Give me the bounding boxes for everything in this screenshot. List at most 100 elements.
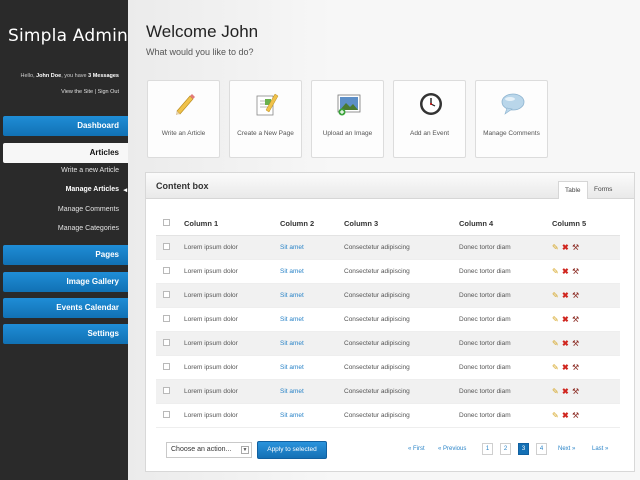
shortcut-add-event[interactable]: Add an Event	[393, 80, 466, 158]
messages-link[interactable]: 3 Messages	[88, 73, 119, 79]
row-checkbox[interactable]	[163, 338, 170, 346]
hammer-icon[interactable]: ⚒	[572, 315, 582, 324]
pencil-icon[interactable]: ✎	[552, 363, 562, 372]
row-checkbox[interactable]	[163, 290, 170, 298]
column-header[interactable]: Column 3	[344, 213, 459, 236]
page-subtitle: What would you like to do?	[146, 47, 254, 57]
row-actions: ✎ ✖ ⚒	[552, 403, 620, 428]
delete-icon[interactable]: ✖	[562, 243, 572, 252]
clock-icon	[420, 93, 442, 115]
nav-image-gallery[interactable]: Image Gallery	[3, 272, 128, 292]
select-all-checkbox[interactable]	[163, 219, 170, 227]
table-row: Lorem ipsum dolor Sit amet Consectetur adi…	[156, 331, 620, 356]
hammer-icon[interactable]: ⚒	[572, 387, 582, 396]
column-header[interactable]: Column 1	[184, 213, 280, 236]
pencil-icon[interactable]: ✎	[552, 267, 562, 276]
delete-icon[interactable]: ✖	[562, 363, 572, 372]
table-row: Lorem ipsum dolor Sit amet Consectetur adi…	[156, 283, 620, 308]
table-cell[interactable]: Sit amet	[280, 379, 344, 404]
table-cell: Lorem ipsum dolor	[184, 259, 280, 284]
hammer-icon[interactable]: ⚒	[572, 339, 582, 348]
row-checkbox[interactable]	[163, 362, 170, 370]
shortcut-label: Write an Article	[161, 130, 206, 137]
table-cell[interactable]: Sit amet	[280, 259, 344, 284]
table-cell: Consectetur adipiscing	[344, 307, 459, 332]
row-actions: ✎ ✖ ⚒	[552, 379, 620, 404]
hammer-icon[interactable]: ⚒	[572, 291, 582, 300]
table-cell[interactable]: Sit amet	[280, 403, 344, 428]
apply-to-selected-button[interactable]: Apply to selected	[257, 441, 327, 459]
pencil-icon[interactable]: ✎	[552, 387, 562, 396]
tab-forms[interactable]: Forms	[588, 181, 618, 199]
pagination-next[interactable]: Next »	[558, 446, 575, 452]
bulk-action-select[interactable]: Choose an action... ▼	[166, 442, 252, 458]
row-actions: ✎ ✖ ⚒	[552, 283, 620, 308]
subnav-manage-comments[interactable]: Manage Comments	[58, 206, 119, 213]
pagination-page[interactable]: 2	[500, 443, 511, 455]
delete-icon[interactable]: ✖	[562, 339, 572, 348]
shortcut-upload-image[interactable]: Upload an Image	[311, 80, 384, 158]
row-checkbox[interactable]	[163, 242, 170, 250]
nav-articles[interactable]: Articles	[3, 143, 128, 163]
table-cell: Consectetur adipiscing	[344, 403, 459, 428]
view-site-link[interactable]: View the Site	[61, 89, 93, 95]
hammer-icon[interactable]: ⚒	[572, 267, 582, 276]
row-checkbox[interactable]	[163, 386, 170, 394]
table-cell[interactable]: Sit amet	[280, 331, 344, 356]
table-cell[interactable]: Sit amet	[280, 235, 344, 260]
subnav-write-article[interactable]: Write a new Article	[61, 167, 119, 174]
delete-icon[interactable]: ✖	[562, 291, 572, 300]
delete-icon[interactable]: ✖	[562, 411, 572, 420]
delete-icon[interactable]: ✖	[562, 267, 572, 276]
table-cell[interactable]: Sit amet	[280, 283, 344, 308]
table-cell: Consectetur adipiscing	[344, 259, 459, 284]
table-row: Lorem ipsum dolor Sit amet Consectetur adi…	[156, 259, 620, 284]
pencil-icon[interactable]: ✎	[552, 315, 562, 324]
tab-table[interactable]: Table	[558, 181, 588, 199]
column-header[interactable]: Column 5	[552, 213, 620, 236]
pagination-page[interactable]: 1	[482, 443, 493, 455]
profile-links: View the Site | Sign Out	[0, 89, 128, 95]
pencil-icon[interactable]: ✎	[552, 339, 562, 348]
pagination-page[interactable]: 4	[536, 443, 547, 455]
table-cell: Lorem ipsum dolor	[184, 235, 280, 260]
table-row: Lorem ipsum dolor Sit amet Consectetur adi…	[156, 235, 620, 260]
row-checkbox[interactable]	[163, 266, 170, 274]
pencil-icon[interactable]: ✎	[552, 411, 562, 420]
column-header[interactable]: Column 4	[459, 213, 552, 236]
shortcut-manage-comments[interactable]: Manage Comments	[475, 80, 548, 158]
table-cell: Consectetur adipiscing	[344, 379, 459, 404]
subnav-manage-articles[interactable]: Manage Articles	[66, 186, 128, 194]
pencil-icon[interactable]: ✎	[552, 291, 562, 300]
hammer-icon[interactable]: ⚒	[572, 363, 582, 372]
row-checkbox[interactable]	[163, 314, 170, 322]
table-cell: Donec tortor diam	[459, 307, 552, 332]
sidebar: Simpla Admin Hello, John Doe, you have 3…	[0, 0, 128, 480]
row-actions: ✎ ✖ ⚒	[552, 355, 620, 380]
nav-pages[interactable]: Pages	[3, 245, 128, 265]
table-cell[interactable]: Sit amet	[280, 307, 344, 332]
sign-out-link[interactable]: Sign Out	[98, 89, 119, 95]
delete-icon[interactable]: ✖	[562, 387, 572, 396]
pagination-first[interactable]: « First	[408, 446, 425, 452]
table-cell: Donec tortor diam	[459, 331, 552, 356]
hammer-icon[interactable]: ⚒	[572, 243, 582, 252]
pagination-previous[interactable]: « Previous	[438, 446, 466, 452]
nav-events-calendar[interactable]: Events Calendar	[3, 298, 128, 318]
column-header[interactable]: Column 2	[280, 213, 344, 236]
pagination-page-current[interactable]: 3	[518, 443, 529, 455]
shortcut-write-article[interactable]: Write an Article	[147, 80, 220, 158]
subnav-manage-categories[interactable]: Manage Categories	[58, 225, 119, 232]
shortcut-create-page[interactable]: Create a New Page	[229, 80, 302, 158]
table-cell[interactable]: Sit amet	[280, 355, 344, 380]
nav-settings[interactable]: Settings	[3, 324, 128, 344]
hammer-icon[interactable]: ⚒	[572, 411, 582, 420]
table-cell: Lorem ipsum dolor	[184, 283, 280, 308]
pencil-icon[interactable]: ✎	[552, 243, 562, 252]
row-checkbox[interactable]	[163, 410, 170, 418]
nav-dashboard[interactable]: Dashboard	[3, 116, 128, 136]
data-table: Column 1 Column 2 Column 3 Column 4 Colu…	[156, 213, 620, 428]
delete-icon[interactable]: ✖	[562, 315, 572, 324]
row-actions: ✎ ✖ ⚒	[552, 331, 620, 356]
pagination-last[interactable]: Last »	[592, 446, 608, 452]
